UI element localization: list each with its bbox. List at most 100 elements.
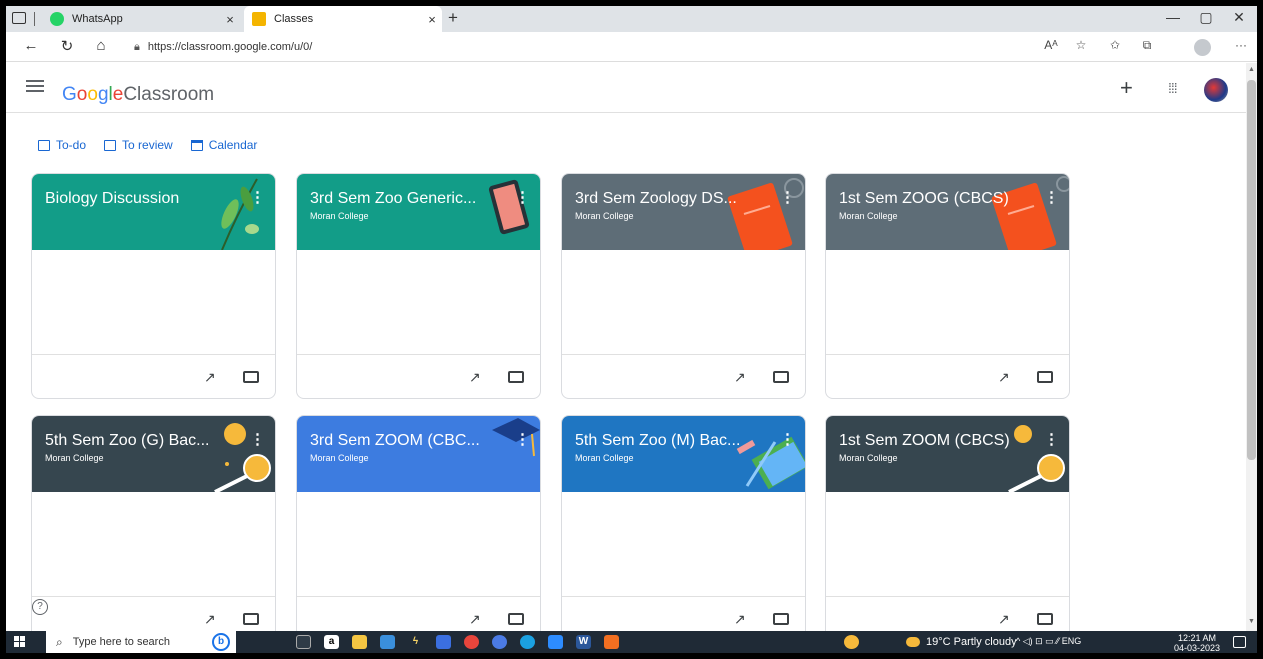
more-options-icon[interactable]: ⋮: [515, 188, 530, 206]
add-class-button[interactable]: +: [1120, 75, 1133, 101]
tab-whatsapp[interactable]: WhatsApp ×: [42, 6, 240, 32]
amazon-icon[interactable]: a: [324, 635, 339, 649]
card-banner[interactable]: 1st Sem ZOOM (CBCS) Moran College ⋮: [826, 416, 1069, 492]
class-title[interactable]: 3rd Sem ZOOM (CBC...: [310, 432, 500, 450]
zoom-icon[interactable]: [548, 635, 563, 649]
card-banner[interactable]: 3rd Sem Zoo Generic... Moran College ⋮: [297, 174, 540, 250]
favorite-star-icon[interactable]: ☆: [1070, 38, 1092, 52]
hamburger-menu-icon[interactable]: [26, 77, 44, 95]
collections-icon[interactable]: ⧉: [1136, 38, 1158, 53]
taskbar-search-input[interactable]: ⌕ Type here to search b: [46, 631, 236, 653]
trending-icon[interactable]: ↗: [204, 369, 216, 386]
trending-icon[interactable]: ↗: [998, 369, 1010, 386]
windows-start-icon[interactable]: [14, 636, 26, 648]
word-icon[interactable]: W: [576, 635, 591, 649]
weather-widget[interactable]: 19°C Partly cloudy: [906, 636, 1017, 648]
class-title[interactable]: 1st Sem ZOOM (CBCS): [839, 432, 1029, 450]
minimize-button[interactable]: —: [1158, 9, 1188, 25]
class-card[interactable]: 3rd Sem ZOOM (CBC... Moran College ⋮ ↗: [296, 415, 541, 641]
class-title[interactable]: 5th Sem Zoo (G) Bac...: [45, 432, 235, 450]
reload-button[interactable]: ↻: [56, 37, 78, 55]
trending-icon[interactable]: ↗: [469, 611, 481, 628]
help-icon[interactable]: ?: [32, 599, 48, 615]
more-options-icon[interactable]: ⋮: [1044, 430, 1059, 448]
account-avatar[interactable]: [1204, 78, 1228, 102]
card-banner[interactable]: 5th Sem Zoo (M) Bac... Moran College ⋮: [562, 416, 805, 492]
card-banner[interactable]: 3rd Sem Zoology DS... Moran College ⋮: [562, 174, 805, 250]
close-tab-icon[interactable]: ×: [220, 12, 240, 27]
read-aloud-icon[interactable]: Aᴬ: [1040, 38, 1062, 52]
class-card[interactable]: Biology Discussion ⋮ ↗: [31, 173, 276, 399]
scroll-up-icon[interactable]: ▲: [1248, 66, 1255, 73]
browser-profile-avatar[interactable]: [1194, 39, 1211, 56]
more-options-icon[interactable]: ⋮: [780, 430, 795, 448]
more-options-icon[interactable]: ⋮: [250, 188, 265, 206]
folder-icon[interactable]: [773, 613, 789, 625]
scroll-down-icon[interactable]: ▼: [1248, 618, 1255, 625]
task-view-icon[interactable]: [296, 635, 311, 649]
tab-classes[interactable]: Classes ×: [244, 6, 442, 32]
more-options-icon[interactable]: ⋮: [780, 188, 795, 206]
card-banner[interactable]: 1st Sem ZOOG (CBCS) Moran College ⋮: [826, 174, 1069, 250]
more-menu-icon[interactable]: ···: [1230, 38, 1252, 52]
class-card[interactable]: 1st Sem ZOOM (CBCS) Moran College ⋮ ↗: [825, 415, 1070, 641]
notification-icon[interactable]: [1233, 636, 1246, 648]
chrome-profile-icon[interactable]: [492, 635, 507, 649]
trending-icon[interactable]: ↗: [734, 369, 746, 386]
taskbar-clock[interactable]: 12:21 AM 04-03-2023: [1174, 633, 1220, 653]
winamp-icon[interactable]: ϟ: [408, 635, 423, 649]
dropbox-icon[interactable]: [436, 635, 451, 649]
taskbar-app-icon[interactable]: [844, 635, 859, 649]
class-card[interactable]: 5th Sem Zoo (G) Bac... Moran College ⋮ ↗: [31, 415, 276, 641]
card-banner[interactable]: 3rd Sem ZOOM (CBC... Moran College ⋮: [297, 416, 540, 492]
card-banner[interactable]: Biology Discussion ⋮: [32, 174, 275, 250]
bing-icon[interactable]: b: [212, 633, 230, 651]
folder-icon[interactable]: [508, 371, 524, 383]
folder-icon[interactable]: [773, 371, 789, 383]
maximize-button[interactable]: ▢: [1191, 9, 1221, 26]
back-button[interactable]: ←: [20, 37, 42, 54]
mail-icon[interactable]: [380, 635, 395, 649]
calendar-link[interactable]: Calendar: [190, 138, 257, 152]
trending-icon[interactable]: ↗: [998, 611, 1010, 628]
scrollbar-thumb[interactable]: [1247, 80, 1256, 460]
class-card[interactable]: 5th Sem Zoo (M) Bac... Moran College ⋮ ↗: [561, 415, 806, 641]
to-review-link[interactable]: To review: [104, 138, 173, 152]
chrome-icon[interactable]: [464, 635, 479, 649]
trending-icon[interactable]: ↗: [204, 611, 216, 628]
close-window-button[interactable]: ✕: [1224, 9, 1254, 26]
close-tab-icon[interactable]: ×: [422, 12, 442, 27]
more-options-icon[interactable]: ⋮: [515, 430, 530, 448]
edge-icon[interactable]: [520, 635, 535, 649]
system-tray[interactable]: ^ ◁) ⊡ ▭ ⁄⁄ ENG: [1016, 636, 1081, 647]
trending-icon[interactable]: ↗: [734, 611, 746, 628]
home-button[interactable]: ⌂: [90, 37, 112, 54]
google-classroom-logo[interactable]: GoogleClassroom: [62, 84, 214, 106]
folder-icon[interactable]: [243, 613, 259, 625]
google-apps-icon[interactable]: ⁞⁞⁞: [1168, 80, 1178, 96]
folder-icon[interactable]: [1037, 371, 1053, 383]
class-title[interactable]: 5th Sem Zoo (M) Bac...: [575, 432, 765, 450]
class-title[interactable]: 1st Sem ZOOG (CBCS): [839, 190, 1029, 208]
class-title[interactable]: 3rd Sem Zoology DS...: [575, 190, 765, 208]
card-banner[interactable]: 5th Sem Zoo (G) Bac... Moran College ⋮: [32, 416, 275, 492]
folder-icon[interactable]: [1037, 613, 1053, 625]
folder-icon[interactable]: [508, 613, 524, 625]
class-card[interactable]: 1st Sem ZOOG (CBCS) Moran College ⋮ ↗: [825, 173, 1070, 399]
trending-icon[interactable]: ↗: [469, 369, 481, 386]
folder-icon[interactable]: [243, 371, 259, 383]
favorites-icon[interactable]: ✩: [1104, 38, 1126, 52]
new-tab-button[interactable]: +: [448, 8, 458, 28]
class-title[interactable]: Biology Discussion: [45, 190, 235, 208]
classroom-icon: [252, 12, 266, 26]
class-card[interactable]: 3rd Sem Zoo Generic... Moran College ⋮ ↗: [296, 173, 541, 399]
more-options-icon[interactable]: ⋮: [1044, 188, 1059, 206]
tab-actions-icon[interactable]: [12, 12, 26, 24]
app-icon[interactable]: [604, 635, 619, 649]
file-explorer-icon[interactable]: [352, 635, 367, 649]
class-title[interactable]: 3rd Sem Zoo Generic...: [310, 190, 500, 208]
todo-link[interactable]: To-do: [38, 138, 86, 152]
url-field[interactable]: 🔒︎ https://classroom.google.com/u/0/: [134, 37, 312, 57]
class-card[interactable]: 3rd Sem Zoology DS... Moran College ⋮ ↗: [561, 173, 806, 399]
more-options-icon[interactable]: ⋮: [250, 430, 265, 448]
